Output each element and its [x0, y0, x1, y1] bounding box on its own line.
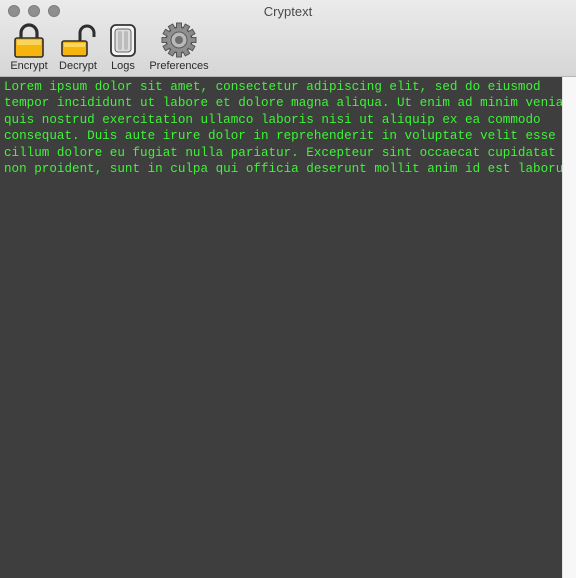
gear-icon	[161, 22, 197, 58]
editor-text[interactable]: Lorem ipsum dolor sit amet, consectetur …	[0, 77, 576, 177]
lock-closed-icon	[14, 23, 44, 58]
logs-icon	[110, 24, 136, 57]
decrypt-button[interactable]: Decrypt	[54, 22, 102, 74]
decrypt-label: Decrypt	[59, 60, 97, 72]
encrypt-button[interactable]: Encrypt	[6, 22, 52, 74]
logs-label: Logs	[111, 60, 135, 72]
app-window: Cryptext Encrypt Decrypt Logs Preference…	[0, 0, 576, 578]
encrypt-label: Encrypt	[10, 60, 48, 72]
preferences-label: Preferences	[149, 60, 209, 72]
vertical-scrollbar[interactable]	[562, 77, 576, 578]
text-editor[interactable]: Lorem ipsum dolor sit amet, consectetur …	[0, 77, 576, 578]
window-title: Cryptext	[263, 4, 313, 19]
lock-open-icon	[61, 24, 96, 57]
toolbar: Cryptext Encrypt Decrypt Logs Preference…	[0, 0, 576, 77]
logs-button[interactable]: Logs	[105, 22, 141, 74]
preferences-button[interactable]: Preferences	[146, 22, 212, 74]
